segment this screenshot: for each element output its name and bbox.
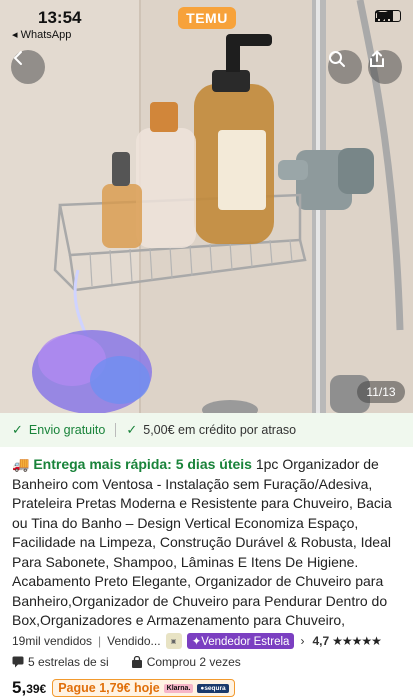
product-image[interactable]: 13:54 ◂ WhatsApp TEMU 11/13 (0, 0, 413, 413)
review-highlights: 5 estrelas de si Comprou 2 vezes (12, 655, 241, 669)
battery-icon (375, 10, 401, 22)
check-icon: ✓ (126, 422, 138, 437)
price-row: 5,39€ Pague 1,79€ hoje Klarna. ●sequra (12, 678, 235, 698)
back-to-app-link[interactable]: ◂ WhatsApp (12, 28, 71, 41)
sequra-logo: ●sequra (197, 683, 229, 693)
truck-icon: 🚚 (12, 456, 30, 472)
price-main: 5, (12, 678, 27, 697)
share-button[interactable] (368, 50, 402, 84)
product-meta: 19mil vendidos | Vendido... ▣ ✦Vendedor … (12, 632, 407, 650)
image-counter: 11/13 (357, 381, 405, 403)
search-icon (329, 51, 345, 67)
product-title[interactable]: 🚚 Entrega mais rápida: 5 dias úteis 1pc … (12, 455, 404, 631)
star-seller-badge[interactable]: ✦Vendedor Estrela (186, 633, 295, 649)
check-icon: ✓ (12, 422, 23, 437)
pay-later-badge[interactable]: Pague 1,79€ hoje Klarna. ●sequra (52, 679, 235, 697)
seller-logo[interactable]: ▣ (165, 633, 182, 649)
status-time: 13:54 (38, 8, 82, 27)
free-shipping-label: Envio gratuito (28, 423, 106, 437)
late-credit: ✓ 5,00€ em crédito por atraso (126, 422, 296, 438)
share-icon (370, 50, 384, 67)
divider: | (98, 634, 102, 648)
search-button[interactable] (328, 50, 362, 84)
chevron-left-icon (13, 51, 22, 65)
bag-icon (131, 656, 142, 668)
temu-logo: TEMU (178, 7, 236, 29)
review-note: 5 estrelas de si (28, 655, 109, 669)
divider (115, 423, 117, 437)
free-shipping: ✓ Envio gratuito (12, 422, 105, 438)
rating-stars[interactable]: ★★★★★ (332, 634, 382, 648)
bought-times: Comprou 2 vezes (146, 655, 241, 669)
rating-value[interactable]: 4,7 (312, 634, 329, 648)
status-icons (375, 10, 401, 22)
back-button[interactable] (11, 50, 45, 84)
chevron-right-icon[interactable]: › (300, 634, 304, 648)
late-credit-label: 5,00€ em crédito por atraso (143, 423, 297, 437)
chat-icon (12, 656, 24, 668)
price-cents: 39€ (26, 682, 47, 696)
price: 5,39€ (12, 678, 46, 698)
pay-later-label: Pague 1,79€ hoje (58, 681, 160, 695)
status-bar: 13:54 ◂ WhatsApp TEMU (0, 0, 413, 48)
shipping-benefits[interactable]: ✓ Envio gratuito ✓ 5,00€ em crédito por … (0, 413, 413, 447)
fast-delivery-label: Entrega mais rápida: 5 dias úteis (33, 456, 252, 472)
klarna-logo: Klarna. (163, 683, 194, 693)
seller-name[interactable]: Vendido... (107, 634, 160, 648)
sold-count: 19mil vendidos (12, 634, 93, 648)
product-title-text: 1pc Organizador de Banheiro com Ventosa … (12, 456, 392, 628)
